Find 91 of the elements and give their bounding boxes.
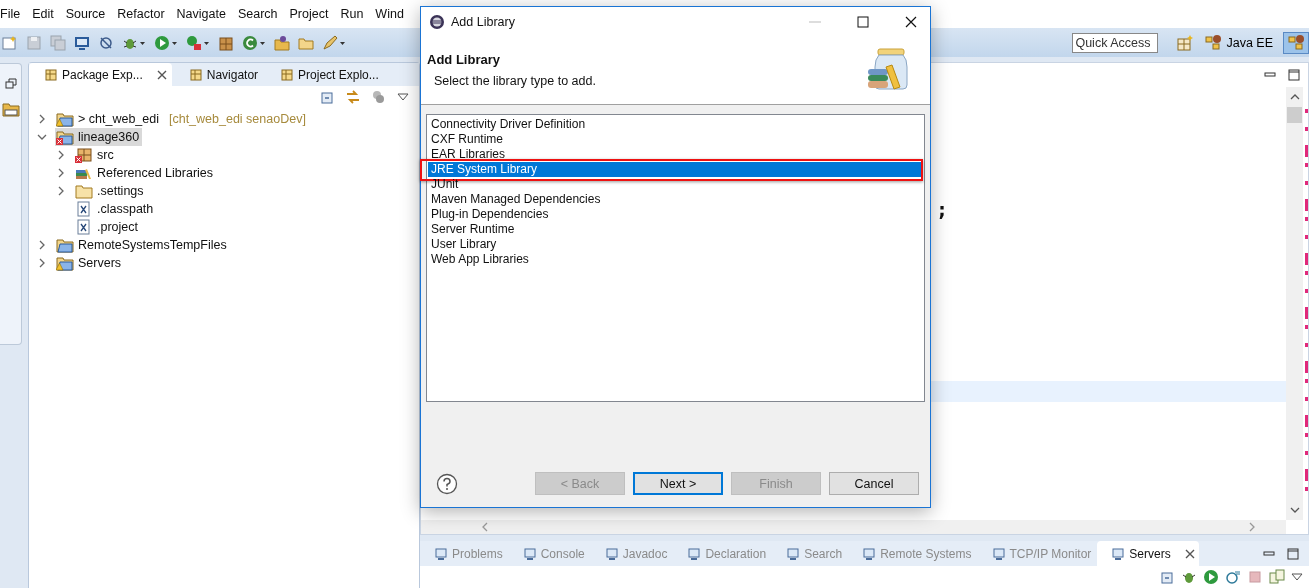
tree-item[interactable]: lineage360 xyxy=(55,128,143,146)
project-icon xyxy=(56,255,74,271)
library-type-item[interactable]: Plug-in Dependencies xyxy=(428,207,923,222)
dialog-button[interactable]: Next > xyxy=(633,472,723,495)
view-tab[interactable]: Servers xyxy=(1097,541,1199,566)
run-icon[interactable] xyxy=(1203,569,1219,585)
view-icon xyxy=(44,67,58,82)
tree-item[interactable]: > cht_web_edi [cht_web_edi senaoDev] xyxy=(55,110,309,128)
view-icon xyxy=(434,546,448,561)
file-icon xyxy=(75,219,93,235)
folder-icon xyxy=(75,183,93,199)
filter-icon[interactable] xyxy=(371,90,387,104)
scrollbar-thumb[interactable] xyxy=(1287,107,1302,123)
perspective-icon xyxy=(1204,33,1223,52)
view-icon xyxy=(280,67,295,82)
menu-item[interactable]: Refactor xyxy=(111,7,171,21)
menu-item[interactable]: Run xyxy=(334,7,370,21)
monitor-icon[interactable] xyxy=(74,34,90,51)
dialog-description: Select the library type to add. xyxy=(433,74,597,88)
new-class-icon[interactable] xyxy=(242,34,266,51)
library-type-item[interactable]: CXF Runtime xyxy=(428,132,923,147)
view-icon xyxy=(786,546,801,561)
quick-access-field[interactable]: Quick Access xyxy=(1072,32,1159,53)
scroll-down-icon[interactable] xyxy=(1289,506,1300,514)
open-perspective-icon[interactable] xyxy=(1176,33,1195,52)
help-icon[interactable] xyxy=(436,472,458,495)
tree-item[interactable]: .classpath xyxy=(74,200,157,218)
view-tab[interactable]: Package Exp... xyxy=(29,63,172,86)
menu-item[interactable]: Source xyxy=(59,7,112,21)
library-type-item[interactable]: User Library xyxy=(428,237,923,252)
project-icon xyxy=(56,237,74,253)
scroll-up-icon[interactable] xyxy=(1289,93,1300,101)
dialog-title: Add Library xyxy=(451,14,515,29)
dialog-heading: Add Library xyxy=(427,52,501,67)
tree-item[interactable]: src xyxy=(74,146,117,164)
maximize-icon[interactable] xyxy=(1288,69,1300,81)
vertical-scrollbar[interactable] xyxy=(1286,87,1303,520)
close-icon[interactable] xyxy=(156,69,167,80)
package-icon xyxy=(75,147,93,163)
library-type-item[interactable]: JUnit xyxy=(428,177,923,192)
close-icon[interactable] xyxy=(1184,548,1195,559)
view-icon xyxy=(522,546,537,561)
menu-item[interactable]: Edit xyxy=(26,7,60,21)
project-icon xyxy=(56,111,74,127)
maximize-icon[interactable] xyxy=(1287,547,1299,560)
restore-icon[interactable] xyxy=(4,78,17,90)
perspective-button[interactable]: Java EE xyxy=(1200,31,1277,54)
view-icon xyxy=(1111,546,1126,561)
pen-icon[interactable] xyxy=(322,34,346,51)
menu-item[interactable]: Search xyxy=(231,7,284,21)
view-tab[interactable]: Navigator xyxy=(173,63,264,86)
menu-item[interactable]: File xyxy=(0,7,27,21)
horizontal-scrollbar[interactable] xyxy=(421,520,1286,534)
code-text: ; xyxy=(936,197,950,221)
library-jar-drawing xyxy=(866,47,910,93)
perspective-icon xyxy=(1287,33,1305,52)
tree-item[interactable]: .settings xyxy=(74,182,147,200)
close-icon[interactable] xyxy=(904,14,918,29)
run-icon[interactable] xyxy=(154,34,178,51)
view-icon xyxy=(687,546,702,561)
view-icon xyxy=(862,546,877,561)
perspective-button[interactable] xyxy=(1283,31,1309,54)
grid-box-icon[interactable] xyxy=(218,34,234,51)
view-icon xyxy=(991,546,1006,561)
scroll-right-icon[interactable] xyxy=(1248,522,1256,532)
menu-item[interactable]: Wind xyxy=(369,7,410,21)
tree-item[interactable]: Servers xyxy=(55,254,125,272)
view-menu-icon[interactable] xyxy=(1291,572,1303,582)
view-tab[interactable]: Project Explo... xyxy=(265,63,384,86)
library-type-item[interactable]: Web App Libraries xyxy=(428,252,923,267)
library-type-item[interactable]: Maven Managed Dependencies xyxy=(428,192,923,207)
menu-item[interactable]: Project xyxy=(283,7,335,21)
file-icon xyxy=(75,201,93,217)
view-icon xyxy=(604,546,619,561)
project-icon xyxy=(56,129,74,145)
collapse-all-icon[interactable] xyxy=(321,90,335,104)
view-menu-icon[interactable] xyxy=(397,92,409,102)
view-icon xyxy=(188,67,203,82)
tree-item[interactable]: Referenced Libraries xyxy=(74,164,217,182)
tree-item[interactable]: .project xyxy=(74,218,141,236)
library-type-item[interactable]: Server Runtime xyxy=(428,222,923,237)
library-type-item[interactable]: Connectivity Driver Definition xyxy=(428,117,923,132)
tree-item[interactable]: RemoteSystemsTempFiles xyxy=(55,236,230,254)
collapse-all-icon[interactable] xyxy=(1161,570,1175,584)
scroll-left-icon[interactable] xyxy=(481,522,489,532)
git-repository-icon[interactable] xyxy=(1,100,20,118)
dialog-button[interactable]: Cancel xyxy=(829,472,919,495)
library-type-item[interactable]: EAR Libraries xyxy=(428,147,923,162)
menu-item[interactable]: Navigate xyxy=(170,7,232,21)
maximize-icon[interactable] xyxy=(856,14,870,29)
link-editor-icon[interactable] xyxy=(345,89,361,105)
